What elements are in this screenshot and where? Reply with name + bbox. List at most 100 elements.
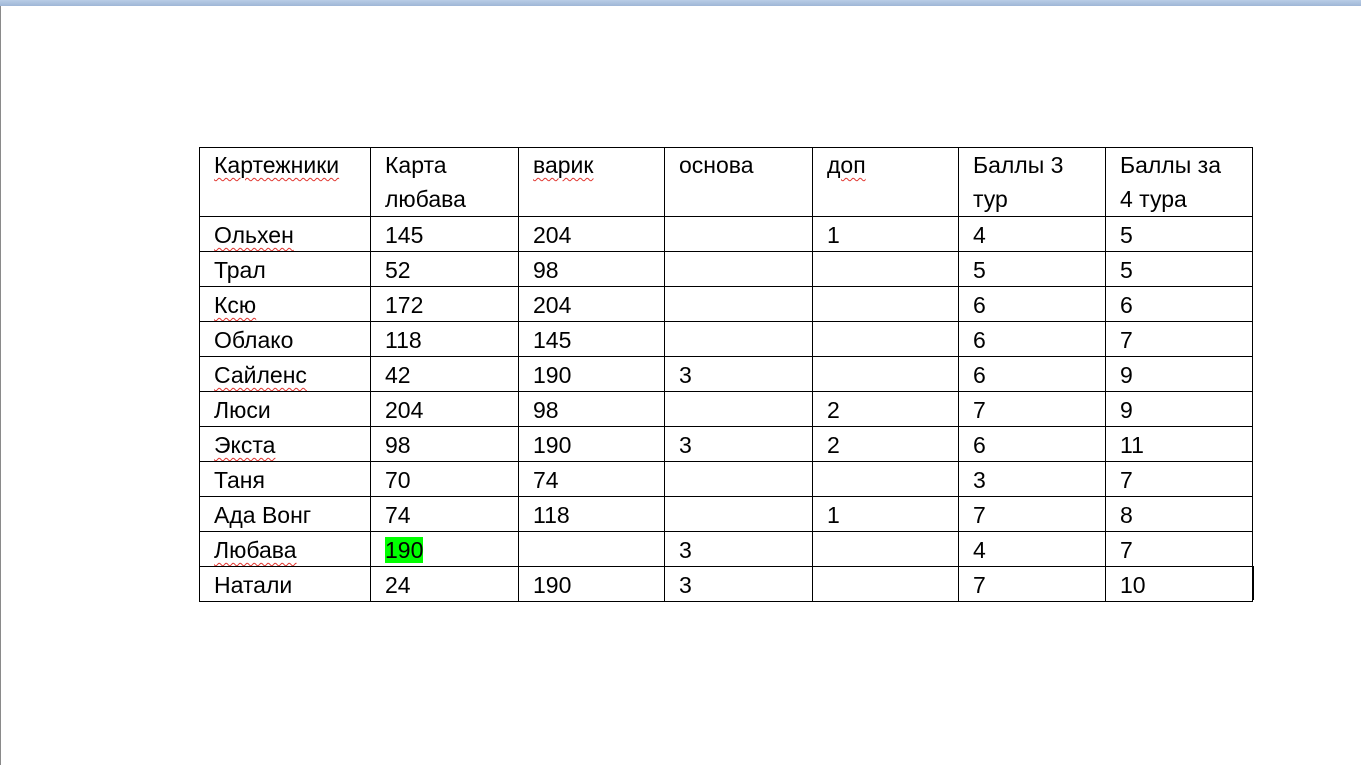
header-cell[interactable]: Баллы за 4 тура [1105, 147, 1253, 217]
table-row: Ксю 172 204 6 6 [199, 286, 1253, 322]
table-cell[interactable] [812, 566, 959, 602]
table-cell[interactable]: 3 [958, 461, 1106, 497]
table-cell[interactable]: 7 [958, 391, 1106, 427]
table-cell[interactable]: 98 [518, 251, 665, 287]
name-cell[interactable]: Ада Вонг [199, 496, 371, 532]
table-cell[interactable]: 145 [518, 321, 665, 357]
cell-text: 98 [385, 432, 411, 458]
header-cell[interactable]: варик [518, 147, 665, 217]
table-cell[interactable] [812, 251, 959, 287]
cell-text: 5 [973, 257, 986, 283]
table-cell[interactable]: 6 [958, 286, 1106, 322]
table-cell[interactable] [664, 461, 813, 497]
table-cell[interactable]: 24 [370, 566, 519, 602]
name-cell[interactable]: Ксю [199, 286, 371, 322]
name-cell[interactable]: Любава [199, 531, 371, 567]
header-cell[interactable]: основа [664, 147, 813, 217]
table-cell[interactable]: 2 [812, 426, 959, 462]
table-cell[interactable]: 3 [664, 566, 813, 602]
table-cell[interactable] [812, 461, 959, 497]
cell-text: 6 [973, 327, 986, 353]
table-cell[interactable]: 7 [958, 566, 1106, 602]
table-cell[interactable] [812, 356, 959, 392]
cell-text: 7 [1120, 327, 1133, 353]
table-cell[interactable] [664, 251, 813, 287]
table-cell[interactable]: 6 [958, 426, 1106, 462]
table-cell[interactable]: 11 [1105, 426, 1253, 462]
name-cell[interactable]: Трал [199, 251, 371, 287]
table-cell[interactable]: 190 [518, 426, 665, 462]
table-cell[interactable]: 190 [518, 356, 665, 392]
table-cell[interactable] [812, 286, 959, 322]
table-cell[interactable]: 7 [1105, 461, 1253, 497]
table-cell[interactable]: 5 [958, 251, 1106, 287]
table-cell[interactable]: 1 [812, 216, 959, 252]
table-cell[interactable]: 9 [1105, 356, 1253, 392]
cell-text: Экста [214, 432, 276, 458]
table-cell[interactable] [664, 216, 813, 252]
table-cell[interactable]: 70 [370, 461, 519, 497]
table-cell[interactable]: 98 [370, 426, 519, 462]
table-cell[interactable]: 7 [1105, 321, 1253, 357]
table-cell[interactable]: 8 [1105, 496, 1253, 532]
header-cell[interactable]: Карта любава [370, 147, 519, 217]
name-cell[interactable]: Облако [199, 321, 371, 357]
header-cell[interactable]: доп [812, 147, 959, 217]
header-label: Баллы за 4 тура [1120, 152, 1221, 212]
table-cell[interactable]: 118 [518, 496, 665, 532]
table-cell[interactable]: 9 [1105, 391, 1253, 427]
table-cell[interactable]: 190 [370, 531, 519, 567]
table-cell[interactable]: 6 [958, 321, 1106, 357]
name-cell[interactable]: Таня [199, 461, 371, 497]
table-cell[interactable]: 4 [958, 531, 1106, 567]
table-cell[interactable]: 6 [958, 356, 1106, 392]
table-cell[interactable]: 204 [518, 286, 665, 322]
table-cell[interactable] [664, 496, 813, 532]
cell-text: 1 [827, 502, 840, 528]
table-cell[interactable]: 98 [518, 391, 665, 427]
table-cell[interactable]: 2 [812, 391, 959, 427]
table-cell[interactable]: 52 [370, 251, 519, 287]
name-cell[interactable]: Ольхен [199, 216, 371, 252]
table-cell[interactable] [664, 286, 813, 322]
table-cell[interactable]: 5 [1105, 216, 1253, 252]
cell-text: 204 [385, 397, 424, 423]
name-cell[interactable]: Экста [199, 426, 371, 462]
table-cell[interactable]: 7 [1105, 531, 1253, 567]
table-cell[interactable]: 74 [518, 461, 665, 497]
table-cell[interactable]: 5 [1105, 251, 1253, 287]
table-cell[interactable]: 190 [518, 566, 665, 602]
name-cell[interactable]: Сайленс [199, 356, 371, 392]
name-cell[interactable]: Натали [199, 566, 371, 602]
table-cell[interactable]: 3 [664, 426, 813, 462]
table-cell[interactable] [812, 321, 959, 357]
table-cell[interactable]: 204 [518, 216, 665, 252]
table-cell[interactable]: 118 [370, 321, 519, 357]
cell-text: 6 [973, 432, 986, 458]
table-cell[interactable]: 3 [664, 356, 813, 392]
table-cell[interactable] [812, 531, 959, 567]
document-page[interactable]: Картежники Карта любава варик основа доп… [1, 6, 1361, 765]
table-cell[interactable]: 4 [958, 216, 1106, 252]
table-cell[interactable]: 6 [1105, 286, 1253, 322]
table-cell[interactable] [664, 391, 813, 427]
table-cell[interactable]: 3 [664, 531, 813, 567]
table-cell[interactable]: 74 [370, 496, 519, 532]
table-cell[interactable] [518, 531, 665, 567]
cell-text: 4 [973, 222, 986, 248]
table-cell[interactable]: 42 [370, 356, 519, 392]
header-cell[interactable]: Баллы 3 тур [958, 147, 1106, 217]
cell-text: Люси [214, 397, 271, 423]
table-header-row: Картежники Карта любава варик основа доп… [199, 147, 1253, 217]
table-row: Таня 70 74 3 7 [199, 461, 1253, 497]
table-cell[interactable]: 1 [812, 496, 959, 532]
table-cell[interactable]: 145 [370, 216, 519, 252]
header-cell[interactable]: Картежники [199, 147, 371, 217]
table-cell[interactable]: 172 [370, 286, 519, 322]
cell-text: 5 [1120, 257, 1133, 283]
table-cell[interactable]: 10 [1105, 566, 1253, 602]
table-cell[interactable]: 204 [370, 391, 519, 427]
table-cell[interactable]: 7 [958, 496, 1106, 532]
name-cell[interactable]: Люси [199, 391, 371, 427]
table-cell[interactable] [664, 321, 813, 357]
